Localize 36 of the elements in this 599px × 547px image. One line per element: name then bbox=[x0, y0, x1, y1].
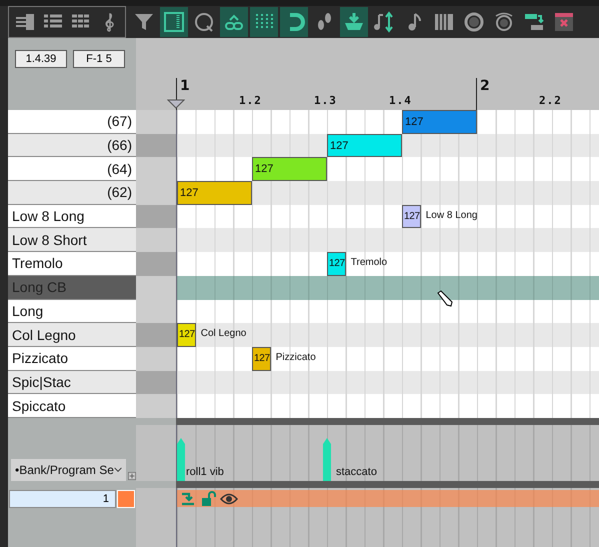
bar-number: 1 bbox=[180, 78, 190, 94]
note-name[interactable]: Spiccato bbox=[8, 394, 136, 418]
beat-number: 1.2 bbox=[239, 94, 262, 107]
beat-number: 2.2 bbox=[539, 94, 562, 107]
beat-number: 1.4 bbox=[389, 94, 412, 107]
bar-number: 2 bbox=[480, 78, 490, 94]
midi-note[interactable]: 127 bbox=[402, 204, 421, 228]
position-display: 1.4.39 bbox=[15, 50, 67, 68]
note-name[interactable]: (64) bbox=[8, 157, 136, 182]
lane-number-field[interactable]: 1 bbox=[9, 490, 116, 508]
midi-note[interactable]: 127 bbox=[327, 134, 402, 158]
note-label: Tremolo bbox=[350, 257, 388, 268]
pitch-display: F-1 5 bbox=[73, 50, 125, 68]
midi-note[interactable]: 127 bbox=[177, 323, 196, 347]
note-name[interactable]: Tremolo bbox=[8, 252, 136, 276]
cc-event-label: roll1 vib bbox=[186, 466, 224, 478]
note-label: Pizzicato bbox=[276, 352, 316, 363]
cc-event-label: staccato bbox=[336, 466, 377, 478]
midi-note[interactable]: 127 bbox=[402, 110, 477, 134]
midi-note[interactable]: 127 bbox=[252, 346, 271, 371]
midi-note[interactable]: 127 bbox=[327, 252, 346, 276]
note-label: Col Legno bbox=[200, 328, 246, 340]
note-name[interactable]: (62) bbox=[8, 181, 136, 205]
note-name[interactable]: Low 8 Short bbox=[8, 228, 136, 252]
note-name[interactable]: Col Legno bbox=[8, 323, 136, 347]
beat-number: 1.3 bbox=[314, 94, 337, 107]
note-label: Low 8 Long bbox=[426, 210, 478, 221]
note-name[interactable]: Long bbox=[8, 300, 136, 324]
note-name[interactable]: Pizzicato bbox=[8, 346, 136, 371]
note-name[interactable]: Spic|Stac bbox=[8, 370, 136, 394]
midi-note[interactable]: 127 bbox=[177, 181, 252, 205]
note-name[interactable]: (66) bbox=[8, 134, 136, 158]
note-name[interactable]: (67) bbox=[8, 110, 136, 134]
lane-dropdown[interactable]: •Bank/Program Se bbox=[11, 459, 126, 481]
midi-note[interactable]: 127 bbox=[252, 157, 327, 182]
note-name[interactable]: Low 8 Long bbox=[8, 204, 136, 228]
